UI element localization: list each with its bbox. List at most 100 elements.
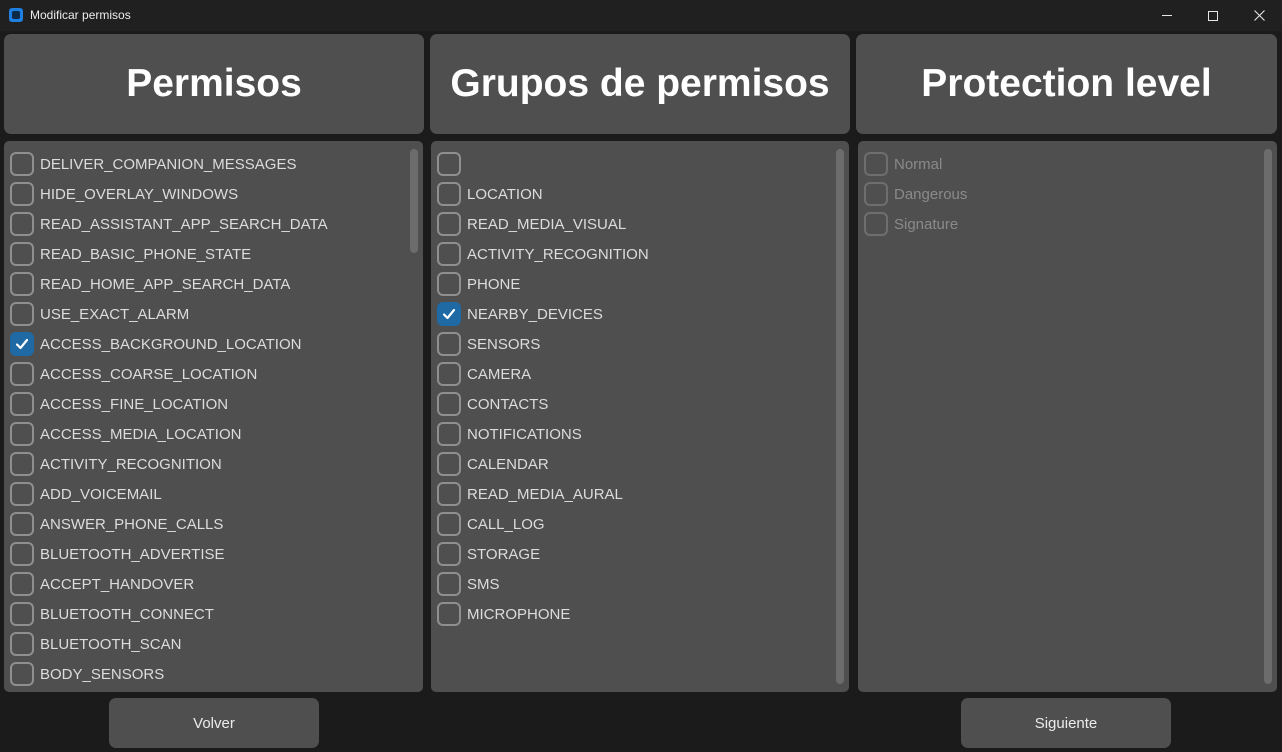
permiso-checkbox[interactable] — [10, 422, 34, 446]
grupo-checkbox[interactable] — [437, 422, 461, 446]
permiso-label: ACCESS_COARSE_LOCATION — [40, 365, 258, 383]
permiso-checkbox[interactable] — [10, 482, 34, 506]
protection-item: Dangerous — [864, 179, 967, 209]
grupo-checkbox[interactable] — [437, 572, 461, 596]
grupo-checkbox[interactable] — [437, 512, 461, 536]
grupo-checkbox[interactable] — [437, 182, 461, 206]
grupo-item[interactable]: LOCATION — [437, 179, 649, 209]
permiso-checkbox[interactable] — [10, 662, 34, 686]
grupo-checkbox[interactable] — [437, 452, 461, 476]
grupo-label: NEARBY_DEVICES — [467, 305, 603, 323]
permiso-checkbox[interactable] — [10, 152, 34, 176]
grupo-item[interactable] — [437, 149, 649, 179]
grupo-item[interactable]: CAMERA — [437, 359, 649, 389]
grupo-item[interactable]: NEARBY_DEVICES — [437, 299, 649, 329]
permiso-checkbox[interactable] — [10, 212, 34, 236]
grupo-checkbox[interactable] — [437, 272, 461, 296]
protection-list: Normal Dangerous Signature — [864, 149, 967, 239]
permiso-item[interactable]: ACCESS_MEDIA_LOCATION — [10, 419, 328, 449]
grupo-checkbox[interactable] — [437, 392, 461, 416]
permiso-checkbox[interactable] — [10, 242, 34, 266]
permiso-checkbox[interactable] — [10, 452, 34, 476]
permiso-label: ACCESS_FINE_LOCATION — [40, 395, 229, 413]
permiso-item[interactable]: ACCESS_COARSE_LOCATION — [10, 359, 328, 389]
permiso-item[interactable]: BODY_SENSORS — [10, 659, 328, 689]
grupo-checkbox[interactable] — [437, 362, 461, 386]
grupo-item[interactable]: NOTIFICATIONS — [437, 419, 649, 449]
grupo-checkbox[interactable] — [437, 212, 461, 236]
protection-scroll-thumb[interactable] — [1264, 149, 1272, 684]
grupo-item[interactable]: CALL_LOG — [437, 509, 649, 539]
grupo-item[interactable]: STORAGE — [437, 539, 649, 569]
grupo-label: CALL_LOG — [467, 515, 545, 533]
permiso-item[interactable]: READ_BASIC_PHONE_STATE — [10, 239, 328, 269]
minimize-button[interactable] — [1144, 0, 1190, 31]
permiso-checkbox[interactable] — [10, 572, 34, 596]
grupo-label: STORAGE — [467, 545, 541, 563]
grupo-checkbox[interactable] — [437, 332, 461, 356]
permiso-item[interactable]: ACCESS_BACKGROUND_LOCATION — [10, 329, 328, 359]
permiso-item[interactable]: ACCEPT_HANDOVER — [10, 569, 328, 599]
grupos-panel: LOCATION READ_MEDIA_VISUAL ACTIVITY_RECOGN… — [431, 141, 849, 692]
permiso-checkbox[interactable] — [10, 362, 34, 386]
permiso-item[interactable]: BLUETOOTH_CONNECT — [10, 599, 328, 629]
maximize-icon — [1208, 10, 1218, 21]
permiso-item[interactable]: READ_HOME_APP_SEARCH_DATA — [10, 269, 328, 299]
grupo-item[interactable]: CALENDAR — [437, 449, 649, 479]
window-title: Modificar permisos — [30, 8, 131, 22]
permiso-item[interactable]: BLUETOOTH_ADVERTISE — [10, 539, 328, 569]
permiso-label: READ_HOME_APP_SEARCH_DATA — [40, 275, 291, 293]
grupo-checkbox[interactable] — [437, 152, 461, 176]
permiso-checkbox[interactable] — [10, 182, 34, 206]
permiso-checkbox[interactable] — [10, 632, 34, 656]
permiso-item[interactable]: ACTIVITY_RECOGNITION — [10, 449, 328, 479]
protection-scrollbar[interactable] — [1264, 149, 1272, 684]
permiso-item[interactable]: ADD_VOICEMAIL — [10, 479, 328, 509]
grupo-item[interactable]: PHONE — [437, 269, 649, 299]
grupo-checkbox[interactable] — [437, 602, 461, 626]
maximize-button[interactable] — [1190, 0, 1236, 31]
permiso-label: ANSWER_PHONE_CALLS — [40, 515, 224, 533]
permisos-title: Permisos — [126, 62, 302, 105]
grupo-label: SENSORS — [467, 335, 541, 353]
next-button[interactable]: Siguiente — [961, 698, 1171, 748]
permiso-item[interactable]: HIDE_OVERLAY_WINDOWS — [10, 179, 328, 209]
permiso-checkbox[interactable] — [10, 302, 34, 326]
permiso-item[interactable]: ANSWER_PHONE_CALLS — [10, 509, 328, 539]
permiso-item[interactable]: READ_ASSISTANT_APP_SEARCH_DATA — [10, 209, 328, 239]
grupo-item[interactable]: SENSORS — [437, 329, 649, 359]
protection-header: Protection level — [856, 34, 1277, 134]
grupos-scroll-thumb[interactable] — [836, 149, 844, 684]
grupo-item[interactable]: READ_MEDIA_VISUAL — [437, 209, 649, 239]
permiso-item[interactable]: BLUETOOTH_SCAN — [10, 629, 328, 659]
permiso-checkbox[interactable] — [10, 602, 34, 626]
close-button[interactable] — [1236, 0, 1282, 31]
permiso-checkbox[interactable] — [10, 392, 34, 416]
protection-title: Protection level — [921, 62, 1212, 105]
grupo-item[interactable]: ACTIVITY_RECOGNITION — [437, 239, 649, 269]
grupo-checkbox[interactable] — [437, 482, 461, 506]
title-bar: Modificar permisos — [0, 0, 1282, 31]
protection-label: Normal — [894, 155, 943, 173]
permiso-checkbox[interactable] — [10, 512, 34, 536]
permiso-checkbox[interactable] — [10, 272, 34, 296]
grupos-scrollbar[interactable] — [836, 149, 844, 684]
grupo-checkbox[interactable] — [437, 242, 461, 266]
permiso-item[interactable]: ACCESS_FINE_LOCATION — [10, 389, 328, 419]
close-icon — [1253, 10, 1265, 21]
grupo-item[interactable]: READ_MEDIA_AURAL — [437, 479, 649, 509]
permiso-item[interactable]: USE_EXACT_ALARM — [10, 299, 328, 329]
grupo-checkbox[interactable] — [437, 302, 461, 326]
grupo-checkbox[interactable] — [437, 542, 461, 566]
permisos-scrollbar[interactable] — [410, 149, 418, 684]
protection-checkbox — [864, 212, 888, 236]
grupo-item[interactable]: SMS — [437, 569, 649, 599]
permiso-checkbox[interactable] — [10, 332, 34, 356]
back-button[interactable]: Volver — [109, 698, 319, 748]
grupo-item[interactable]: MICROPHONE — [437, 599, 649, 629]
permiso-checkbox[interactable] — [10, 542, 34, 566]
permisos-scroll-thumb[interactable] — [410, 149, 418, 253]
permiso-item[interactable]: DELIVER_COMPANION_MESSAGES — [10, 149, 328, 179]
grupo-item[interactable]: CONTACTS — [437, 389, 649, 419]
permisos-list: DELIVER_COMPANION_MESSAGES HIDE_OVERLAY_W… — [10, 149, 328, 689]
